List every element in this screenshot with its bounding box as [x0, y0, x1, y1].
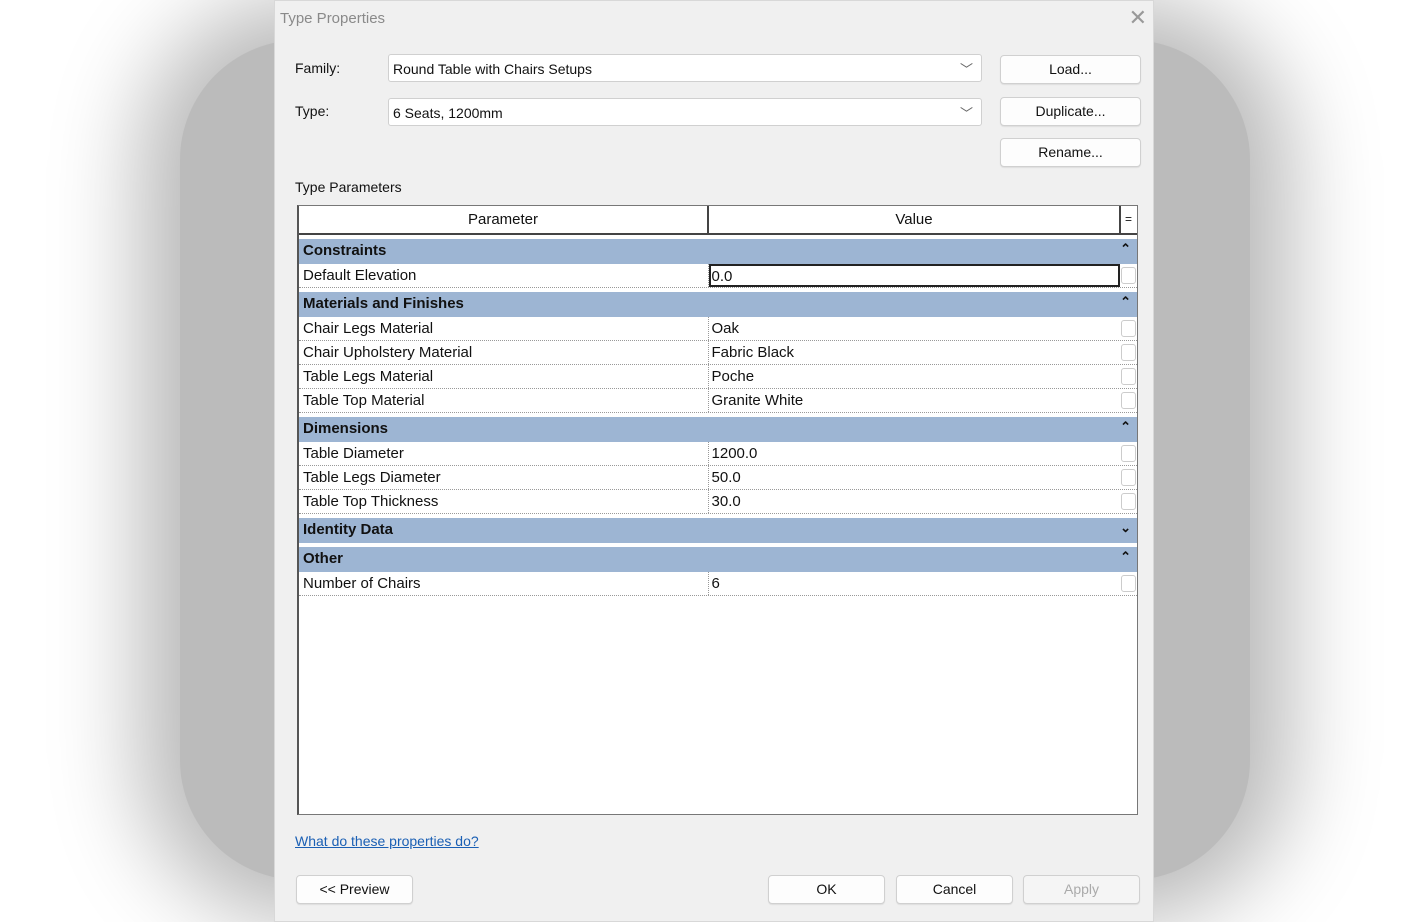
associate-parameter-button[interactable] [1121, 320, 1136, 337]
group-name: Identity Data [303, 521, 393, 538]
parameter-name: Table Top Material [299, 389, 709, 412]
parameters-grid: Parameter Value = Constraints ⌃ Default El… [297, 205, 1138, 815]
associate-parameter-button[interactable] [1121, 392, 1136, 409]
group-header[interactable]: Identity Data ⌄ [299, 518, 1137, 543]
parameter-name: Default Elevation [299, 264, 709, 287]
rename-button[interactable]: Rename... [1000, 138, 1141, 167]
parameter-value[interactable]: Fabric Black [709, 341, 1121, 364]
group-header[interactable]: Materials and Finishes ⌃ [299, 292, 1137, 317]
family-value: Round Table with Chairs Setups [393, 61, 592, 77]
collapse-toggle-icon[interactable]: ⌃ [1120, 419, 1131, 435]
associate-parameter-button[interactable] [1121, 445, 1136, 462]
group-name: Constraints [303, 242, 386, 259]
cancel-button[interactable]: Cancel [896, 875, 1013, 904]
group-name: Other [303, 550, 343, 567]
parameter-name: Number of Chairs [299, 572, 709, 595]
parameter-row[interactable]: Chair Upholstery MaterialFabric Black [299, 341, 1137, 365]
parameter-name: Table Top Thickness [299, 490, 709, 513]
parameter-name: Table Legs Diameter [299, 466, 709, 489]
parameter-value[interactable]: Oak [709, 317, 1121, 340]
parameter-value[interactable]: 6 [709, 572, 1121, 595]
group-name: Materials and Finishes [303, 295, 464, 312]
collapse-toggle-icon[interactable]: ⌄ [1120, 520, 1131, 536]
parameter-value[interactable]: Granite White [709, 389, 1121, 412]
type-dropdown[interactable]: 6 Seats, 1200mm ﹀ [388, 98, 982, 126]
preview-button[interactable]: << Preview [296, 875, 413, 904]
parameter-row[interactable]: Table Top Thickness30.0 [299, 490, 1137, 514]
type-label: Type: [295, 103, 329, 119]
collapse-toggle-icon[interactable]: ⌃ [1120, 294, 1131, 310]
type-parameters-label: Type Parameters [295, 179, 402, 195]
family-dropdown[interactable]: Round Table with Chairs Setups ﹀ [388, 54, 982, 82]
group-header[interactable]: Dimensions ⌃ [299, 417, 1137, 442]
parameter-value[interactable]: 30.0 [709, 490, 1121, 513]
collapse-toggle-icon[interactable]: ⌃ [1120, 549, 1131, 565]
parameter-value[interactable]: Poche [709, 365, 1121, 388]
parameter-value[interactable]: 50.0 [709, 466, 1121, 489]
parameter-row[interactable]: Table Diameter1200.0 [299, 442, 1137, 466]
header-parameter[interactable]: Parameter [299, 206, 709, 233]
parameter-value[interactable]: 1200.0 [709, 442, 1121, 465]
associate-parameter-button[interactable] [1121, 493, 1136, 510]
type-value: 6 Seats, 1200mm [393, 105, 503, 121]
collapse-toggle-icon[interactable]: ⌃ [1120, 241, 1131, 257]
dialog-title: Type Properties [280, 10, 385, 27]
associate-parameter-button[interactable] [1121, 575, 1136, 592]
parameter-row[interactable]: Number of Chairs6 [299, 572, 1137, 596]
family-label: Family: [295, 60, 340, 76]
parameter-name: Chair Upholstery Material [299, 341, 709, 364]
grid-header: Parameter Value = [299, 206, 1137, 235]
parameter-name: Table Legs Material [299, 365, 709, 388]
group-name: Dimensions [303, 420, 388, 437]
parameter-row[interactable]: Default Elevation0.0 [299, 264, 1137, 288]
parameter-row[interactable]: Table Legs MaterialPoche [299, 365, 1137, 389]
header-value[interactable]: Value [709, 206, 1121, 233]
group-header[interactable]: Other ⌃ [299, 547, 1137, 572]
parameter-name: Table Diameter [299, 442, 709, 465]
type-properties-dialog: Type Properties ✕ Family: Round Table wi… [274, 0, 1154, 922]
apply-button[interactable]: Apply [1023, 875, 1140, 904]
group-header[interactable]: Constraints ⌃ [299, 239, 1137, 264]
help-link[interactable]: What do these properties do? [295, 833, 479, 849]
parameter-value[interactable]: 0.0 [709, 264, 1121, 287]
associate-parameter-button[interactable] [1121, 368, 1136, 385]
chevron-down-icon: ﹀ [960, 103, 973, 122]
parameter-row[interactable]: Table Top MaterialGranite White [299, 389, 1137, 413]
associate-parameter-button[interactable] [1121, 344, 1136, 361]
parameter-row[interactable]: Table Legs Diameter50.0 [299, 466, 1137, 490]
parameter-name: Chair Legs Material [299, 317, 709, 340]
header-formula[interactable]: = [1121, 206, 1136, 233]
parameter-row[interactable]: Chair Legs MaterialOak [299, 317, 1137, 341]
duplicate-button[interactable]: Duplicate... [1000, 97, 1141, 126]
ok-button[interactable]: OK [768, 875, 885, 904]
chevron-down-icon: ﹀ [960, 59, 973, 78]
associate-parameter-button[interactable] [1121, 267, 1136, 284]
load-button[interactable]: Load... [1000, 55, 1141, 84]
close-icon[interactable]: ✕ [1129, 5, 1147, 31]
associate-parameter-button[interactable] [1121, 469, 1136, 486]
